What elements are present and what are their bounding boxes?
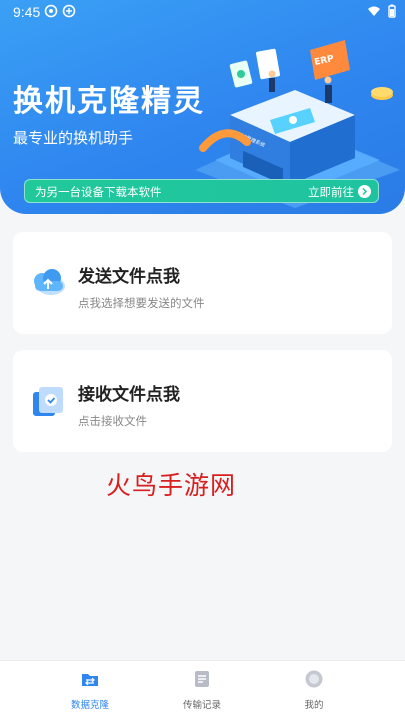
cloud-upload-icon [34, 269, 65, 295]
battery-icon [388, 4, 396, 18]
nav-item-transfer-history[interactable]: 传输记录 [152, 661, 252, 720]
file-check-icon [33, 387, 63, 416]
nav-label-transfer-history: 传输记录 [182, 700, 221, 711]
app-subtitle: 最专业的换机助手 [13, 129, 134, 147]
status-bar: 9:45 [0, 0, 405, 24]
nav-label-profile: 我的 [304, 700, 324, 711]
send-card-title: 发送文件点我 [78, 267, 180, 287]
app-title: 换机克隆精灵 [13, 84, 205, 119]
send-card-description: 点我选择想要发送的文件 [78, 296, 205, 310]
chevron-right-icon [358, 185, 371, 198]
bottom-nav: 数据克隆 传输记录 我的 [0, 660, 405, 720]
document-list-icon [195, 671, 209, 687]
receive-card-description: 点击接收文件 [78, 414, 147, 428]
nav-item-data-clone[interactable]: 数据克隆 [40, 661, 140, 720]
wifi-icon [368, 6, 380, 16]
banner-go-link[interactable]: 立即前往 [308, 184, 354, 200]
receive-files-card[interactable]: 接收文件点我 点击接收文件 [13, 350, 392, 452]
folder-transfer-icon [82, 674, 98, 686]
status-time: 9:45 [13, 4, 41, 20]
settings-status-icon [62, 4, 76, 18]
download-banner[interactable]: 为另一台设备下载本软件 立即前往 [24, 179, 379, 203]
banner-text: 为另一台设备下载本软件 [35, 185, 162, 199]
send-files-card[interactable]: 发送文件点我 点我选择想要发送的文件 [13, 232, 392, 334]
profile-icon [305, 670, 323, 688]
nav-item-profile[interactable]: 我的 [264, 661, 364, 720]
nav-label-data-clone: 数据克隆 [70, 700, 109, 711]
receive-card-title: 接收文件点我 [78, 385, 180, 405]
watermark-text: 火鸟手游网 [106, 471, 237, 500]
header-hero: 9:45 换机克隆精灵 最专业的换机助手 ERP管理系统 ERP 为另一台设备下… [0, 0, 405, 214]
sync-icon [44, 4, 58, 18]
